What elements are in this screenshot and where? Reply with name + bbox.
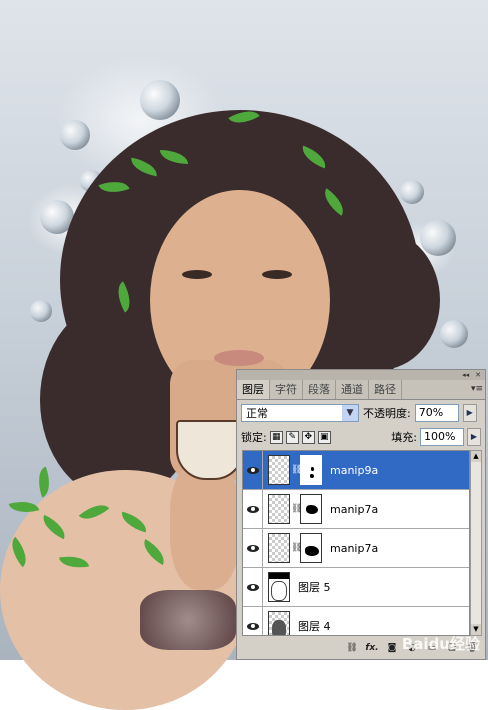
link-chain-icon[interactable]: ⛓: [291, 543, 302, 553]
fx-icon[interactable]: fx.: [365, 642, 379, 655]
layer-mask-thumbnail[interactable]: [300, 533, 322, 563]
scroll-up-icon[interactable]: ▲: [471, 451, 481, 462]
layer-mask-thumbnail[interactable]: [300, 494, 322, 524]
visibility-eye-icon[interactable]: [243, 528, 263, 568]
layer-name[interactable]: 图层 5: [298, 579, 331, 595]
lock-all-icon[interactable]: ▣: [317, 430, 331, 444]
layer-name[interactable]: manip7a: [330, 503, 378, 516]
layer-row[interactable]: 图层 4: [243, 606, 469, 635]
layer-thumbnail[interactable]: [268, 533, 290, 563]
glass-bubble: [420, 220, 456, 256]
tab-paths[interactable]: 路径: [369, 380, 402, 399]
eye-left: [182, 270, 212, 279]
visibility-eye-icon[interactable]: [243, 567, 263, 607]
link-chain-icon[interactable]: ⛓: [291, 465, 302, 475]
link-chain-icon[interactable]: ⛓: [291, 504, 302, 514]
panel-titlebar[interactable]: ◂◂ ✕: [237, 370, 485, 380]
tab-character[interactable]: 字符: [270, 380, 303, 399]
panel-tabs: 图层 字符 段落 通道 路径 ▾≡: [237, 380, 485, 400]
tab-channels[interactable]: 通道: [336, 380, 369, 399]
collapse-icon[interactable]: ◂◂: [462, 371, 469, 379]
visibility-eye-icon[interactable]: [243, 451, 263, 490]
lock-row: 锁定: ▦ ✎ ✥ ▣ 填充: 100% ▶: [237, 426, 485, 448]
layer-row[interactable]: ⛓ manip9a: [243, 451, 469, 490]
opacity-label: 不透明度:: [363, 407, 411, 420]
tab-layers[interactable]: 图层: [237, 380, 270, 399]
layer-row[interactable]: 图层 5: [243, 567, 469, 607]
layer-thumbnail[interactable]: [268, 494, 290, 524]
panel-menu-icon[interactable]: ▾≡: [469, 380, 485, 399]
layer-name[interactable]: manip9a: [330, 464, 378, 477]
lock-position-icon[interactable]: ✥: [301, 430, 315, 444]
glass-bubble: [30, 300, 52, 322]
bracelet: [140, 590, 236, 650]
lock-pixels-icon[interactable]: ✎: [285, 430, 299, 444]
tab-paragraph[interactable]: 段落: [303, 380, 336, 399]
lock-label: 锁定:: [241, 431, 267, 444]
fill-label: 填充:: [391, 431, 417, 444]
watermark-logo: Baidu经验: [401, 635, 480, 653]
chevron-down-icon[interactable]: ▼: [342, 405, 358, 421]
visibility-eye-icon[interactable]: [243, 489, 263, 529]
layers-panel: ◂◂ ✕ 图层 字符 段落 通道 路径 ▾≡ 正常 ▼ 不透明度: 70% ▶ …: [236, 369, 486, 660]
layer-mask-thumbnail[interactable]: [300, 455, 322, 485]
glass-bubble: [440, 320, 468, 348]
opacity-input[interactable]: 70%: [414, 404, 459, 422]
lock-transparency-icon[interactable]: ▦: [269, 430, 283, 444]
layer-name[interactable]: manip7a: [330, 542, 378, 555]
blend-mode-value: 正常: [246, 407, 268, 420]
close-icon[interactable]: ✕: [475, 371, 481, 379]
lips: [214, 350, 264, 366]
blend-row: 正常 ▼ 不透明度: 70% ▶: [237, 400, 485, 426]
fill-slider-button[interactable]: ▶: [467, 428, 481, 446]
link-layers-icon[interactable]: ⛓: [345, 642, 359, 655]
blend-mode-select[interactable]: 正常 ▼: [241, 404, 359, 422]
hair: [320, 230, 440, 370]
layer-row[interactable]: ⛓ manip7a: [243, 528, 469, 568]
glass-bubble: [400, 180, 424, 204]
layer-thumbnail[interactable]: [268, 611, 290, 635]
layer-name[interactable]: 图层 4: [298, 618, 331, 634]
eye-right: [262, 270, 292, 279]
layer-row[interactable]: ⛓ manip7a: [243, 489, 469, 529]
glass-bubble: [140, 80, 180, 120]
fill-input[interactable]: 100%: [420, 428, 464, 446]
visibility-eye-icon[interactable]: [243, 606, 263, 635]
layer-list: ⛓ manip9a ⛓ manip7a ⛓ manip7a 图层 5 图层 4: [242, 450, 470, 636]
layer-thumbnail[interactable]: [268, 455, 290, 485]
layer-list-scrollbar[interactable]: ▲ ▼: [470, 450, 482, 636]
add-mask-icon[interactable]: ◙: [385, 642, 399, 655]
glass-bubble: [60, 120, 90, 150]
opacity-slider-button[interactable]: ▶: [462, 404, 477, 422]
cup: [176, 420, 244, 480]
layer-thumbnail[interactable]: [268, 572, 290, 602]
